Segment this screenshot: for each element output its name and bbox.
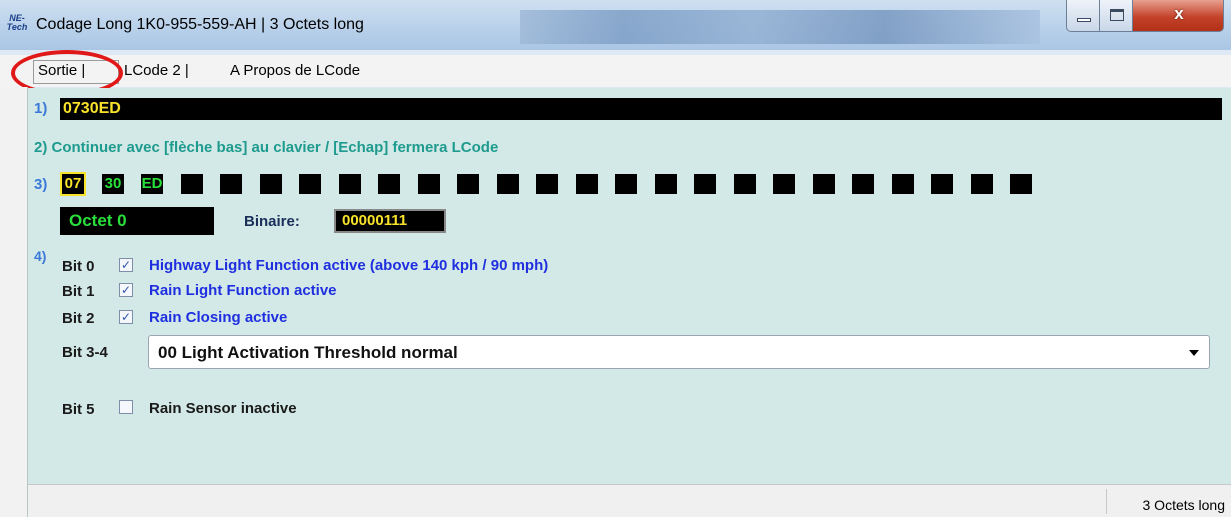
byte-cell-empty[interactable]: [576, 174, 598, 194]
binary-value: 00000111: [342, 212, 408, 229]
menu-item-a-propos[interactable]: A Propos de LCode: [230, 62, 360, 79]
byte-cell-empty[interactable]: [299, 174, 321, 194]
bit-1-label: Bit 1: [62, 283, 95, 300]
close-icon: x: [1174, 4, 1184, 23]
byte-cell-0[interactable]: 07: [60, 172, 86, 196]
check-icon: ✓: [120, 310, 132, 324]
background-taskbar-blur: [520, 10, 1040, 44]
bit-3-4-dropdown[interactable]: 00 Light Activation Threshold normal: [148, 335, 1210, 369]
octet-indicator: Octet 0: [60, 207, 214, 235]
window-title: Codage Long 1K0-955-559-AH | 3 Octets lo…: [36, 16, 364, 33]
byte-cell-empty[interactable]: [694, 174, 716, 194]
byte-cell-empty[interactable]: [931, 174, 953, 194]
coding-panel: 1) 0730ED 2) Continuer avec [flèche bas]…: [28, 88, 1231, 484]
bit-2-description: Rain Closing active: [149, 309, 288, 326]
status-bar: 3 Octets long: [28, 484, 1231, 517]
octet-label: Octet 0: [69, 211, 127, 230]
left-edge: [0, 87, 28, 517]
byte-cell-empty[interactable]: [734, 174, 756, 194]
binary-label: Binaire:: [244, 213, 300, 230]
byte-cell-empty[interactable]: [773, 174, 795, 194]
close-button[interactable]: x: [1132, 0, 1224, 32]
step-2-instruction: 2) Continuer avec [flèche bas] au clavie…: [34, 139, 499, 156]
byte-cell-empty[interactable]: [378, 174, 400, 194]
step-3-label: 3): [34, 176, 48, 193]
menu-item-lcode2[interactable]: LCode 2 |: [124, 62, 189, 79]
bit-5-checkbox[interactable]: [119, 400, 133, 414]
byte-cell-empty[interactable]: [181, 174, 203, 194]
bit-5-description: Rain Sensor inactive: [149, 400, 297, 417]
title-bar[interactable]: NE- Tech Codage Long 1K0-955-559-AH | 3 O…: [0, 0, 1231, 50]
byte-cell-empty[interactable]: [971, 174, 993, 194]
bit-5-label: Bit 5: [62, 401, 95, 418]
minimize-button[interactable]: [1066, 0, 1100, 32]
maximize-button[interactable]: [1099, 0, 1133, 32]
minimize-icon: [1077, 18, 1091, 22]
bit-0-checkbox[interactable]: ✓: [119, 258, 133, 272]
status-octets: 3 Octets long: [1142, 497, 1226, 513]
bit-3-4-label: Bit 3-4: [62, 344, 108, 361]
app-window: NE- Tech Codage Long 1K0-955-559-AH | 3 O…: [0, 0, 1231, 517]
dropdown-arrow-icon[interactable]: [1189, 350, 1199, 356]
byte-cell-empty[interactable]: [339, 174, 361, 194]
bit-1-checkbox[interactable]: ✓: [119, 283, 133, 297]
step-4-label: 4): [34, 248, 47, 264]
byte-cell-empty[interactable]: [852, 174, 874, 194]
bit-0-label: Bit 0: [62, 258, 95, 275]
ne-tech-app-icon: NE- Tech: [6, 13, 28, 32]
step-1-label: 1): [34, 100, 48, 117]
coding-value: 0730ED: [63, 100, 121, 117]
byte-cell-empty[interactable]: [418, 174, 440, 194]
bit-2-checkbox[interactable]: ✓: [119, 310, 133, 324]
byte-cell-empty[interactable]: [615, 174, 637, 194]
byte-cell-2[interactable]: ED: [141, 174, 163, 194]
bit-1-description: Rain Light Function active: [149, 282, 337, 299]
bit-0-description: Highway Light Function active (above 140…: [149, 257, 549, 274]
byte-cell-empty[interactable]: [220, 174, 242, 194]
status-divider: [1106, 489, 1107, 514]
byte-cell-empty[interactable]: [655, 174, 677, 194]
byte-cell-empty[interactable]: [892, 174, 914, 194]
byte-cell-empty[interactable]: [497, 174, 519, 194]
byte-cell-empty[interactable]: [536, 174, 558, 194]
maximize-icon: [1110, 9, 1124, 21]
check-icon: ✓: [120, 258, 132, 272]
binary-value-field: 00000111: [334, 209, 446, 233]
dropdown-value: 00 Light Activation Threshold normal: [158, 343, 458, 362]
coding-value-field[interactable]: 0730ED: [60, 98, 1222, 120]
byte-cell-1[interactable]: 30: [102, 174, 124, 194]
menu-bar: Sortie | LCode 2 | A Propos de LCode: [0, 55, 1231, 87]
byte-cell-empty[interactable]: [813, 174, 835, 194]
byte-cell-empty[interactable]: [260, 174, 282, 194]
byte-cell-empty[interactable]: [1010, 174, 1032, 194]
byte-cell-empty[interactable]: [457, 174, 479, 194]
bit-2-label: Bit 2: [62, 310, 95, 327]
check-icon: ✓: [120, 283, 132, 297]
